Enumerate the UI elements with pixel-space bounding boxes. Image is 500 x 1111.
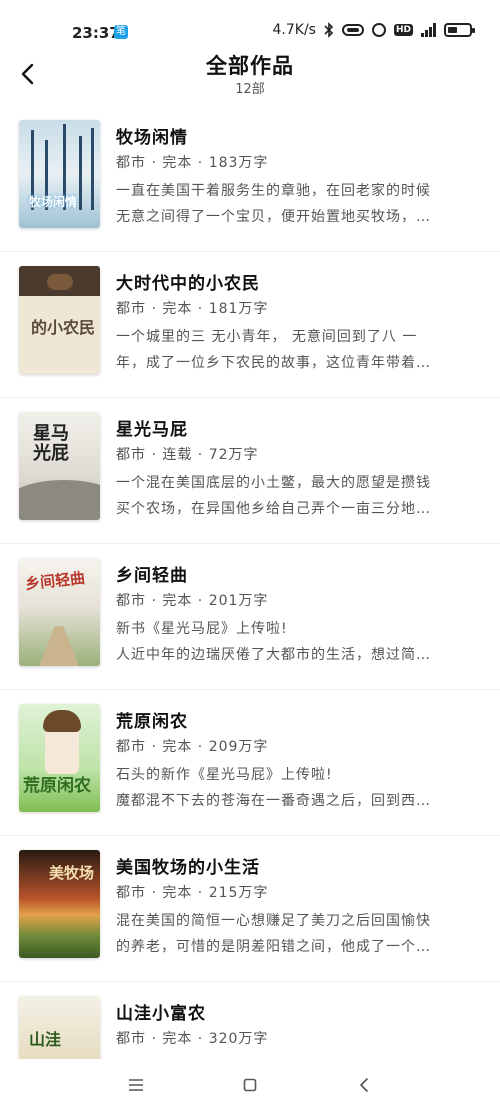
cover-title: 的小农民 — [31, 318, 96, 337]
book-meta: 都市 · 完本 · 183万字 — [116, 155, 269, 171]
system-back-button[interactable] — [349, 1073, 379, 1097]
book-item[interactable]: 星马光屁 星光马屁 都市 · 连载 · 72万字 一个混在美国底层的小土鳖，最大… — [0, 398, 500, 544]
menu-icon — [129, 1079, 143, 1091]
bluetooth-icon — [324, 22, 334, 38]
description-line: 买个农场，在异国他乡给自己弄个一亩三分地… — [116, 501, 431, 517]
book-description: 混在美国的简恒一心想赚足了美刀之后回国愉快 的养老，可惜的是阴差阳错之间，他成了… — [116, 908, 476, 960]
description-line: 混在美国的简恒一心想赚足了美刀之后回国愉快 — [116, 913, 431, 929]
book-item[interactable]: 乡间轻曲 乡间轻曲 都市 · 完本 · 201万字 新书《星光马屁》上传啦! 人… — [0, 544, 500, 690]
app-notification-icon: 笔 — [114, 25, 128, 39]
status-time: 23:37 — [72, 24, 120, 42]
book-cover: 星马光屁 — [19, 412, 100, 520]
description-line: 的养老，可惜的是阴差阳错之间，他成了一个… — [116, 939, 431, 955]
description-line: 魔都混不下去的苍海在一番奇遇之后，回到西… — [116, 793, 431, 809]
home-button[interactable] — [235, 1073, 265, 1097]
book-item[interactable]: 美牧场 美国牧场的小生活 都市 · 完本 · 215万字 混在美国的简恒一心想赚… — [0, 836, 500, 982]
book-description: 一个城里的三 无小青年， 无意间回到了八 一 年，成了一位乡下农民的故事，这位青… — [116, 324, 476, 376]
description-line: 年，成了一位乡下农民的故事，这位青年带着… — [116, 355, 431, 371]
description-line: 一个混在美国底层的小土鳖，最大的愿望是攒钱 — [116, 475, 431, 491]
hd-icon: HD — [393, 24, 413, 36]
alarm-icon — [371, 23, 386, 37]
status-icons: 4.7K/s HD — [272, 22, 475, 38]
book-cover: 牧场闲情 — [19, 120, 100, 228]
book-description: 新书《星光马屁》上传啦! 人近中年的边瑞厌倦了大都市的生活，想过简… — [116, 616, 476, 668]
cover-title: 牧场闲情 — [29, 195, 78, 209]
vpn-toggle-icon — [341, 24, 364, 36]
book-cover: 荒原闲农 — [19, 704, 100, 812]
book-cover: 乡间轻曲 — [19, 558, 100, 666]
system-navigation-bar — [0, 1059, 500, 1111]
description-line: 新书《星光马屁》上传啦! — [116, 621, 288, 637]
book-meta: 都市 · 完本 · 209万字 — [116, 739, 269, 755]
book-title: 星光马屁 — [116, 420, 188, 440]
description-line: 无意之间得了一个宝贝，便开始置地买牧场，… — [116, 209, 431, 225]
home-square-icon — [243, 1078, 257, 1092]
description-line: 一直在美国干着服务生的章驰，在回老家的时候 — [116, 183, 431, 199]
cover-title: 美牧场 — [49, 864, 95, 882]
description-line: 人近中年的边瑞厌倦了大都市的生活，想过简… — [116, 647, 431, 663]
cover-title: 荒原闲农 — [23, 776, 91, 796]
description-line: 石头的新作《星光马屁》上传啦! — [116, 767, 333, 783]
book-meta: 都市 · 完本 · 201万字 — [116, 593, 269, 609]
book-item[interactable]: 的小农民 大时代中的小农民 都市 · 完本 · 181万字 一个城里的三 无小青… — [0, 252, 500, 398]
book-description: 石头的新作《星光马屁》上传啦! 魔都混不下去的苍海在一番奇遇之后，回到西… — [116, 762, 476, 814]
book-title: 牧场闲情 — [116, 128, 188, 148]
description-line: 一个城里的三 无小青年， 无意间回到了八 一 — [116, 329, 418, 345]
book-cover: 的小农民 — [19, 266, 100, 374]
book-title: 美国牧场的小生活 — [116, 858, 260, 878]
book-meta: 都市 · 完本 · 181万字 — [116, 301, 269, 317]
book-meta: 都市 · 连载 · 72万字 — [116, 447, 259, 463]
book-title: 乡间轻曲 — [116, 566, 188, 586]
header: 全部作品 12部 — [0, 46, 500, 102]
battery-icon — [444, 23, 475, 37]
book-list: 牧场闲情 牧场闲情 都市 · 完本 · 183万字 一直在美国干着服务生的章驰，… — [0, 106, 500, 1059]
book-description: 一个混在美国底层的小土鳖，最大的愿望是攒钱 买个农场，在异国他乡给自己弄个一亩三… — [116, 470, 476, 522]
chevron-left-icon — [360, 1078, 368, 1092]
book-cover: 美牧场 — [19, 850, 100, 958]
page-title: 全部作品 — [206, 54, 294, 78]
book-description: 一直在美国干着服务生的章驰，在回老家的时候 无意之间得了一个宝贝，便开始置地买牧… — [116, 178, 476, 230]
book-title: 荒原闲农 — [116, 712, 188, 732]
status-bar: 23:37 笔 4.7K/s HD — [0, 0, 500, 46]
cover-title: 星马光屁 — [33, 423, 69, 464]
works-count: 12部 — [235, 82, 265, 97]
cover-title: 山洼 — [29, 1030, 62, 1049]
book-title: 山洼小富农 — [116, 1004, 206, 1024]
book-item[interactable]: 山洼 山洼小富农 都市 · 完本 · 320万字 — [0, 982, 500, 1059]
recent-apps-button[interactable] — [121, 1073, 151, 1097]
signal-icon — [421, 23, 436, 37]
book-item[interactable]: 牧场闲情 牧场闲情 都市 · 完本 · 183万字 一直在美国干着服务生的章驰，… — [0, 106, 500, 252]
book-meta: 都市 · 完本 · 320万字 — [116, 1031, 269, 1047]
book-title: 大时代中的小农民 — [116, 274, 260, 294]
book-meta: 都市 · 完本 · 215万字 — [116, 885, 269, 901]
book-cover: 山洼 — [19, 996, 100, 1059]
book-item[interactable]: 荒原闲农 荒原闲农 都市 · 完本 · 209万字 石头的新作《星光马屁》上传啦… — [0, 690, 500, 836]
network-speed: 4.7K/s — [272, 22, 316, 38]
cover-title: 乡间轻曲 — [24, 568, 86, 594]
